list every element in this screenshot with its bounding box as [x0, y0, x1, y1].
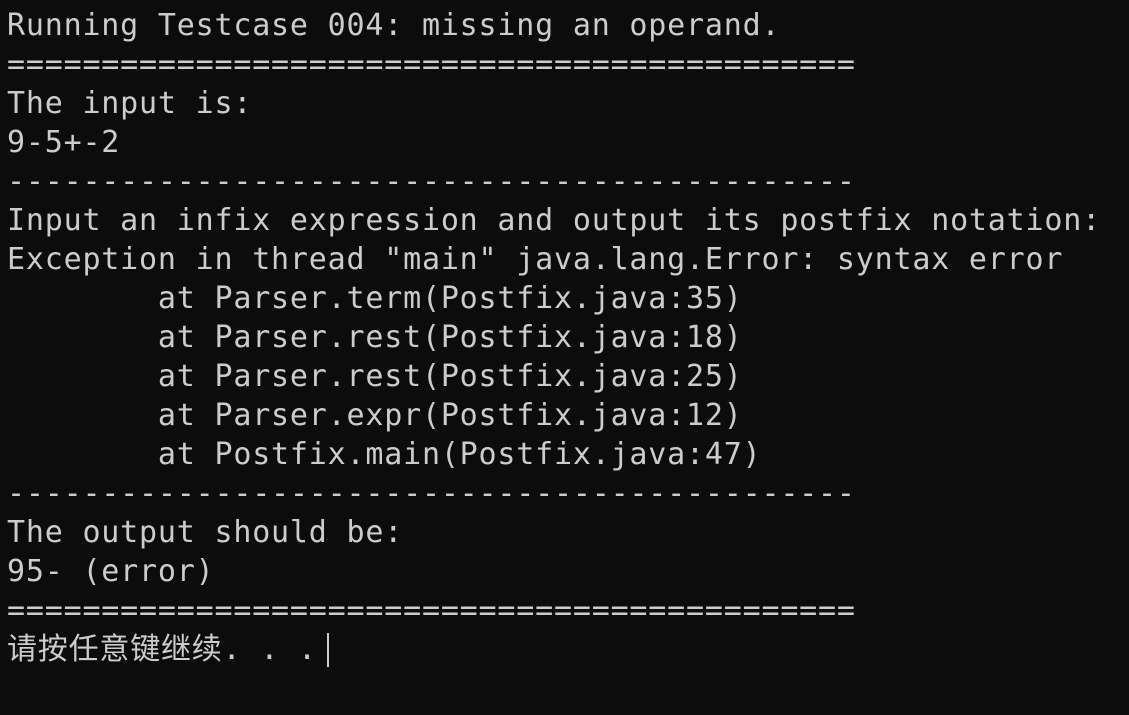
- stack-trace-line: at Parser.expr(Postfix.java:12): [7, 398, 743, 433]
- input-value-line: 9-5+-2: [7, 125, 121, 160]
- continue-prompt-text: 请按任意键继续. . .: [7, 632, 317, 667]
- output-value-line: 95- (error): [7, 554, 215, 589]
- stack-trace-line: at Postfix.main(Postfix.java:47): [7, 437, 762, 472]
- stack-trace-line: at Parser.rest(Postfix.java:25): [7, 359, 743, 394]
- separator-single-line: ----------------------------------------…: [7, 476, 856, 511]
- exception-line: Exception in thread "main" java.lang.Err…: [7, 242, 1064, 277]
- text-cursor: [326, 632, 329, 667]
- separator-single-line: ----------------------------------------…: [7, 164, 856, 199]
- input-label-line: The input is:: [7, 86, 253, 121]
- testcase-header-line: Running Testcase 004: missing an operand…: [7, 8, 781, 43]
- stack-trace-line: at Parser.rest(Postfix.java:18): [7, 320, 743, 355]
- stack-trace-line: at Parser.term(Postfix.java:35): [7, 281, 743, 316]
- terminal-window[interactable]: Running Testcase 004: missing an operand…: [0, 0, 1129, 715]
- separator-double-line: ========================================…: [7, 47, 856, 82]
- program-prompt-line: Input an infix expression and output its…: [7, 203, 1101, 238]
- separator-double-line: ========================================…: [7, 593, 856, 628]
- output-label-line: The output should be:: [7, 515, 404, 550]
- continue-prompt-line[interactable]: 请按任意键继续. . .: [7, 630, 1129, 669]
